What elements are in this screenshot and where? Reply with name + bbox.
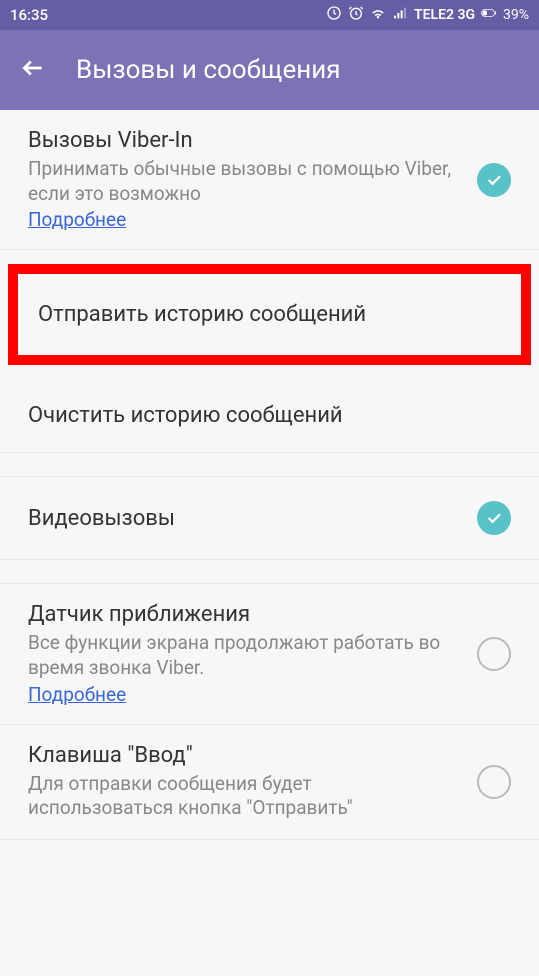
setting-description: Для отправки сообщения будет использоват… xyxy=(28,772,457,821)
signal-icon xyxy=(392,5,408,25)
alarm-icon xyxy=(348,5,364,25)
setting-send-history[interactable]: Отправить историю сообщений xyxy=(18,274,521,355)
setting-description: Все функции экрана продолжают работать в… xyxy=(28,631,457,680)
status-time: 16:35 xyxy=(10,6,48,24)
settings-list: Вызовы Viber-In Принимать обычные вызовы… xyxy=(0,110,539,840)
setting-content: Очистить историю сообщений xyxy=(28,403,511,428)
setting-content: Клавиша "Ввод" Для отправки сообщения бу… xyxy=(28,743,457,821)
status-bar: 16:35 TELE2 3G 39% xyxy=(0,0,539,30)
checkbox-unchecked[interactable] xyxy=(477,637,511,671)
checkbox-checked[interactable] xyxy=(477,163,511,197)
back-icon[interactable] xyxy=(20,55,46,85)
setting-content: Отправить историю сообщений xyxy=(38,302,501,327)
setting-proximity-sensor[interactable]: Датчик приближения Все функции экрана пр… xyxy=(0,584,539,724)
setting-title: Отправить историю сообщений xyxy=(38,302,501,327)
checkbox-checked[interactable] xyxy=(477,501,511,535)
battery-percent: 39% xyxy=(503,7,529,23)
section-divider xyxy=(0,453,539,477)
section-divider xyxy=(0,560,539,584)
setting-content: Видеовызовы xyxy=(28,506,457,531)
setting-title: Клавиша "Ввод" xyxy=(28,743,457,768)
details-link[interactable]: Подробнее xyxy=(28,208,126,231)
setting-content: Датчик приближения Все функции экрана пр… xyxy=(28,602,457,705)
setting-title: Видеовызовы xyxy=(28,506,457,531)
details-link[interactable]: Подробнее xyxy=(28,683,126,706)
setting-viber-in[interactable]: Вызовы Viber-In Принимать обычные вызовы… xyxy=(0,110,539,250)
setting-video-calls[interactable]: Видеовызовы xyxy=(0,477,539,560)
page-title: Вызовы и сообщения xyxy=(76,55,341,85)
refresh-icon xyxy=(326,5,342,25)
setting-description: Принимать обычные вызовы с помощью Viber… xyxy=(28,157,457,206)
setting-title: Очистить историю сообщений xyxy=(28,403,511,428)
battery-icon xyxy=(481,5,497,25)
setting-content: Вызовы Viber-In Принимать обычные вызовы… xyxy=(28,128,457,231)
setting-clear-history[interactable]: Очистить историю сообщений xyxy=(0,379,539,453)
setting-title: Вызовы Viber-In xyxy=(28,128,457,153)
highlight-annotation: Отправить историю сообщений xyxy=(8,264,531,365)
setting-title: Датчик приближения xyxy=(28,602,457,627)
wifi-icon xyxy=(370,5,386,25)
status-icons: TELE2 3G 39% xyxy=(326,5,529,25)
setting-enter-key[interactable]: Клавиша "Ввод" Для отправки сообщения бу… xyxy=(0,725,539,840)
app-header: Вызовы и сообщения xyxy=(0,30,539,110)
checkbox-unchecked[interactable] xyxy=(477,765,511,799)
carrier-label: TELE2 3G xyxy=(414,7,475,23)
